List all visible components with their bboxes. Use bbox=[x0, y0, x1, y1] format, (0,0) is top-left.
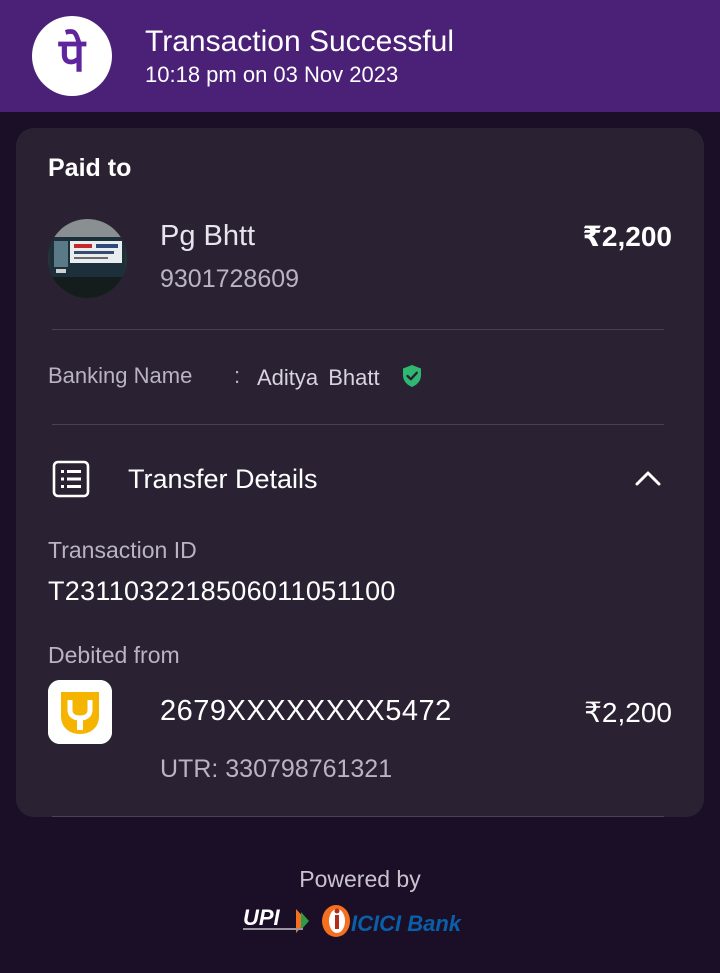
icici-logo-icon: ICICI Bank bbox=[322, 905, 463, 937]
upi-logo-text: UPI bbox=[243, 905, 281, 930]
upi-logo-icon: UPI bbox=[243, 905, 309, 933]
partner-logos: UPI ICICI Bank bbox=[243, 905, 463, 937]
payee-avatar-image bbox=[48, 219, 127, 298]
banking-name-label: Banking Name bbox=[48, 363, 193, 388]
debited-amount: ₹2,200 bbox=[584, 697, 672, 728]
phonepe-logo-glyph: पे bbox=[58, 28, 86, 82]
payee-phone: 9301728609 bbox=[160, 265, 300, 293]
transfer-details-title[interactable]: Transfer Details bbox=[128, 464, 318, 495]
icici-logo-text: ICICI Bank bbox=[351, 911, 463, 936]
transaction-card: Paid to Pg Bhtt 9301728609 ₹2,200 Bankin… bbox=[16, 128, 704, 817]
header-bar: पे Transaction Successful 10:18 pm on 03… bbox=[0, 0, 720, 112]
transaction-id-value[interactable]: T2311032218506011051100 bbox=[48, 576, 396, 607]
transaction-id-label: Transaction ID bbox=[48, 537, 197, 563]
divider bbox=[52, 816, 664, 817]
transaction-timestamp: 10:18 pm on 03 Nov 2023 bbox=[145, 62, 399, 87]
debit-account-number: 2679XXXXXXXX5472 bbox=[160, 695, 452, 727]
paid-to-label: Paid to bbox=[48, 154, 132, 182]
divider bbox=[52, 329, 664, 330]
payee-avatar[interactable] bbox=[48, 219, 127, 298]
powered-by-label: Powered by bbox=[299, 866, 421, 892]
banking-name-value: Aditya Bhatt bbox=[257, 365, 380, 390]
banking-name-separator: : bbox=[234, 363, 241, 388]
pnb-bank-logo bbox=[48, 680, 112, 744]
phonepe-logo: पे bbox=[32, 16, 112, 96]
debited-from-label: Debited from bbox=[48, 642, 180, 668]
pnb-logo-icon bbox=[48, 680, 112, 744]
chevron-up-icon[interactable] bbox=[632, 464, 664, 492]
utr-number[interactable]: UTR: 330798761321 bbox=[160, 755, 392, 784]
status-title: Transaction Successful bbox=[145, 25, 455, 58]
payee-name: Pg Bhtt bbox=[160, 220, 256, 252]
receipt-list-icon bbox=[52, 460, 90, 498]
divider bbox=[52, 424, 664, 425]
verified-shield-icon bbox=[403, 365, 421, 387]
paid-amount: ₹2,200 bbox=[582, 221, 672, 252]
